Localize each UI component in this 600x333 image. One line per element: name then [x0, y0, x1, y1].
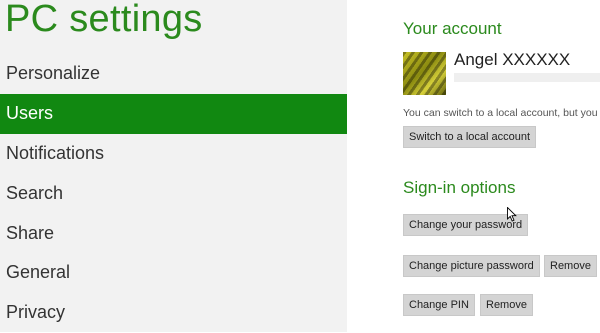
nav-item-personalize[interactable]: Personalize	[0, 54, 347, 94]
local-account-hint: You can switch to a local account, but y…	[403, 107, 598, 119]
nav-item-general[interactable]: General	[0, 253, 347, 293]
your-account-heading: Your account	[403, 19, 502, 38]
account-email-redacted	[454, 73, 600, 82]
switch-to-local-account-button[interactable]: Switch to a local account	[403, 126, 537, 148]
nav-item-search[interactable]: Search	[0, 173, 347, 213]
remove-pin-button[interactable]: Remove	[480, 294, 533, 316]
mouse-pointer-icon	[507, 207, 517, 222]
change-picture-password-button[interactable]: Change picture password	[403, 255, 540, 277]
nav-item-share[interactable]: Share	[0, 213, 347, 253]
change-pin-button[interactable]: Change PIN	[403, 294, 475, 316]
nav-item-privacy[interactable]: Privacy	[0, 293, 347, 333]
nav-item-users[interactable]: Users	[0, 93, 347, 134]
settings-nav: Personalize Users Notifications Search S…	[0, 54, 347, 333]
users-pane: Your account Angel XXXXXX You can switch…	[403, 0, 600, 332]
user-name: Angel XXXXXX	[454, 50, 571, 69]
nav-item-notifications[interactable]: Notifications	[0, 134, 347, 174]
app-title: PC settings	[5, 0, 203, 40]
sign-in-options-heading: Sign-in options	[403, 178, 516, 197]
sidebar: PC settings Personalize Users Notificati…	[0, 0, 347, 332]
remove-picture-password-button[interactable]: Remove	[544, 255, 597, 277]
user-avatar	[403, 52, 446, 95]
